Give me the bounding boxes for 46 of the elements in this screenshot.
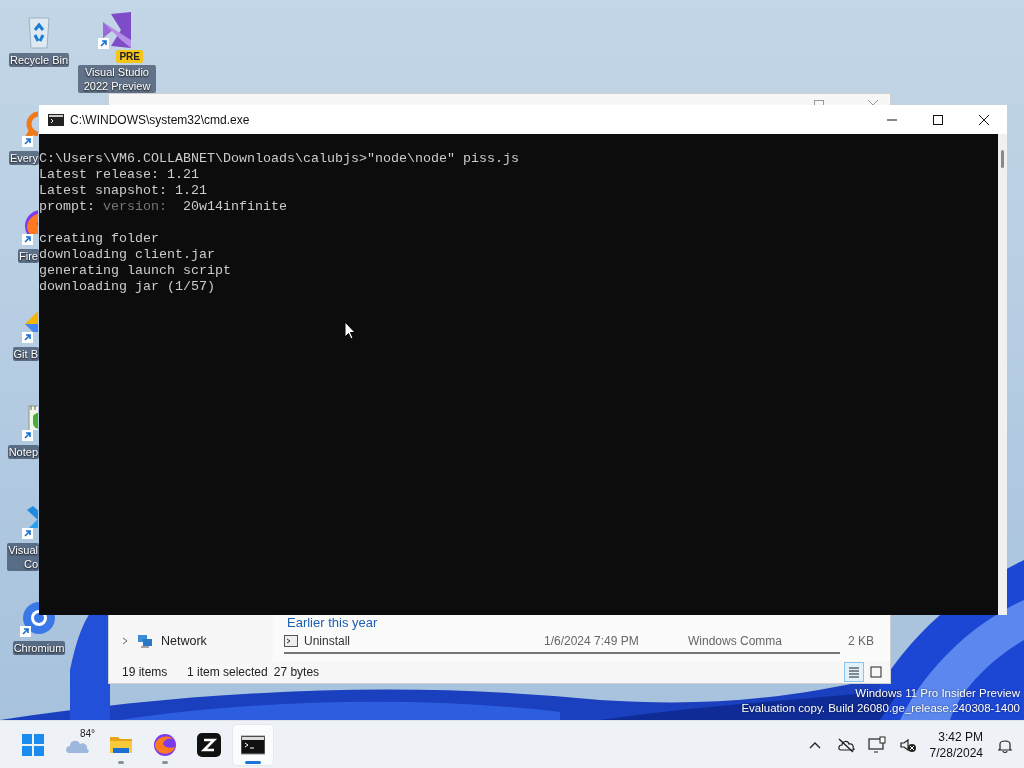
square-icon — [869, 665, 883, 679]
console-icon — [48, 113, 64, 126]
scrollbar-thumb[interactable] — [1001, 150, 1004, 168]
icon-label[interactable]: Fire — [18, 249, 39, 263]
preview-badge: PRE — [116, 50, 143, 63]
list-icon — [847, 665, 861, 679]
fox-globe-icon — [153, 732, 177, 757]
scrollbar[interactable] — [284, 652, 840, 654]
watermark-text: Windows 11 Pro Insider Preview — [855, 686, 1020, 701]
icon-label[interactable]: Visual Studio 2022 Preview — [78, 65, 156, 93]
scrollbar[interactable] — [998, 134, 1007, 615]
file-type: Windows Comma — [688, 634, 784, 648]
close-icon — [979, 114, 989, 125]
file-name[interactable]: Uninstall — [304, 634, 544, 648]
file-size: 2 KB — [847, 634, 874, 648]
console-line: C:\Users\VM6.COLLABNET\Downloads\calubjs>"node\node" piss.js — [39, 151, 520, 167]
icon-label[interactable]: Visual Co — [7, 543, 39, 571]
console-line: Latest snapshot: 1.21 — [39, 183, 208, 199]
taskbar-button[interactable] — [233, 724, 273, 765]
maximize-icon — [933, 114, 943, 125]
start-icon — [21, 732, 45, 757]
selection-info: 1 item selected — [187, 665, 268, 679]
icon-label[interactable]: Recycle Bin — [8, 53, 70, 67]
console-line: generating launch script — [39, 263, 232, 279]
selection-size: 27 bytes — [273, 665, 320, 679]
watermark-text: Evaluation copy. Build 26080.ge_release.240308-1400 — [741, 701, 1020, 716]
console-icon — [241, 732, 265, 757]
group-header[interactable]: Earlier this year — [284, 616, 397, 630]
console-line: prompt: version: 20w14infinite — [39, 199, 288, 215]
file-icon — [284, 635, 298, 647]
nav-item[interactable]: Network — [109, 630, 273, 652]
z-logo-icon — [197, 732, 221, 757]
icon-label[interactable]: Git B — [12, 347, 39, 361]
console-line: creating folder — [39, 231, 160, 247]
console-line: downloading jar (1/57) — [39, 279, 216, 295]
window-title: C:\WINDOWS\system32\cmd.exe — [70, 112, 250, 127]
file-date: 1/6/2024 7:49 PM — [544, 634, 640, 648]
monitor-icon[interactable] — [867, 735, 886, 754]
weather-button[interactable]: 84° — [57, 724, 97, 765]
network-icon — [137, 633, 153, 649]
cursor-icon — [344, 321, 356, 340]
details-view-button[interactable] — [844, 662, 864, 682]
console-line: downloading client.jar — [39, 247, 216, 263]
clock[interactable]: 3:42 PM 7/28/2024 — [929, 728, 983, 761]
item-count: 19 items — [122, 665, 169, 679]
console-line: Latest release: 1.21 — [39, 167, 200, 183]
